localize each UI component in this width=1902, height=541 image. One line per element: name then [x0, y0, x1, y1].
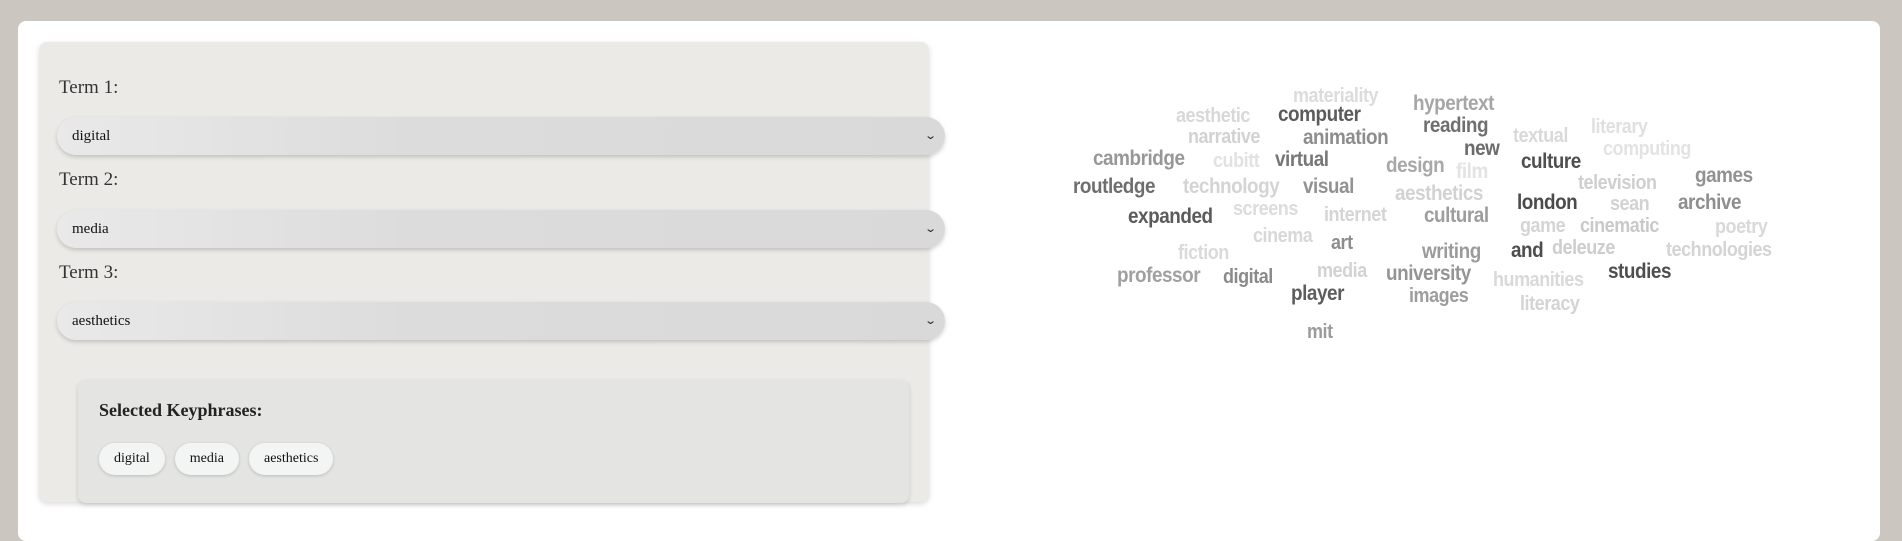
term2-selected-value: media — [72, 221, 109, 237]
word-cloud-word: professor — [1117, 264, 1201, 287]
keyphrase-chip[interactable]: aesthetics — [249, 443, 334, 475]
word-cloud-word: art — [1331, 232, 1353, 254]
word-cloud-word: technologies — [1666, 239, 1772, 261]
word-cloud-word: and — [1511, 239, 1544, 262]
chevron-down-icon: ⌄ — [923, 314, 937, 327]
word-cloud-word: internet — [1324, 204, 1387, 226]
selected-keyphrases-title: Selected Keyphrases: — [99, 400, 263, 420]
term3-select[interactable]: aesthetics ⌄ — [57, 302, 945, 340]
word-cloud-word: cinematic — [1580, 215, 1659, 237]
chevron-down-icon: ⌄ — [923, 222, 937, 235]
term2-select[interactable]: media ⌄ — [57, 210, 945, 248]
word-cloud-word: university — [1386, 262, 1471, 285]
keyphrase-chip[interactable]: digital — [99, 443, 165, 475]
word-cloud-word: film — [1456, 160, 1488, 183]
term1-label: Term 1: — [59, 77, 119, 98]
term3-selected-value: aesthetics — [72, 313, 131, 329]
word-cloud-word: technology — [1183, 175, 1280, 198]
word-cloud-word: visual — [1303, 175, 1354, 198]
chevron-down-icon: ⌄ — [923, 129, 937, 142]
term3-label: Term 3: — [59, 262, 119, 283]
word-cloud-word: fiction — [1178, 242, 1229, 264]
word-cloud-word: textual — [1513, 125, 1568, 147]
word-cloud-word: writing — [1422, 240, 1481, 263]
word-cloud-word: mit — [1307, 321, 1333, 343]
word-cloud-word: computer — [1278, 103, 1361, 126]
word-cloud-word: deleuze — [1552, 237, 1615, 259]
term2-label: Term 2: — [59, 169, 119, 190]
word-cloud-word: sean — [1610, 193, 1650, 215]
word-cloud-word: digital — [1223, 266, 1273, 288]
word-cloud-word: poetry — [1715, 216, 1768, 238]
term-selection-panel: Term 1: digital ⌄ Term 2: media ⌄ Term 3… — [39, 42, 945, 503]
word-cloud-word: studies — [1608, 260, 1672, 283]
word-cloud-word: routledge — [1073, 175, 1156, 198]
word-cloud-word: cambridge — [1093, 147, 1185, 170]
word-cloud-word: cubitt — [1213, 150, 1260, 172]
word-cloud-word: games — [1695, 164, 1753, 187]
word-cloud-word: culture — [1521, 150, 1581, 173]
term1-select[interactable]: digital ⌄ — [57, 117, 945, 155]
word-cloud-word: design — [1386, 154, 1445, 177]
word-cloud-word: media — [1317, 260, 1367, 282]
word-cloud-word: literary — [1591, 116, 1648, 138]
word-cloud-word: new — [1464, 137, 1500, 160]
selected-keyphrases-box: Selected Keyphrases: digital media aesth… — [78, 380, 909, 503]
word-cloud-word: literacy — [1520, 293, 1580, 315]
app-card: Term 1: digital ⌄ Term 2: media ⌄ Term 3… — [18, 21, 1880, 541]
word-cloud-word: narrative — [1188, 126, 1260, 148]
word-cloud-word: hypertext — [1413, 92, 1495, 115]
word-cloud-word: humanities — [1493, 269, 1584, 291]
word-cloud-word: reading — [1423, 114, 1489, 137]
keyphrase-chip-list: digital media aesthetics — [99, 443, 334, 475]
word-cloud: materiality hypertext aesthetic computer rea… — [1058, 76, 1818, 366]
word-cloud-word: cultural — [1424, 204, 1489, 227]
word-cloud-word: archive — [1678, 191, 1742, 214]
word-cloud-word: screens — [1233, 198, 1298, 220]
word-cloud-word: virtual — [1275, 148, 1329, 171]
word-cloud-word: computing — [1603, 138, 1691, 160]
word-cloud-word: expanded — [1128, 205, 1213, 228]
word-cloud-word: game — [1520, 215, 1566, 237]
word-cloud-word: aesthetic — [1176, 105, 1250, 127]
word-cloud-word: cinema — [1253, 225, 1313, 247]
term1-selected-value: digital — [72, 128, 111, 144]
word-cloud-word: aesthetics — [1395, 182, 1483, 205]
keyphrase-chip[interactable]: media — [174, 443, 239, 475]
word-cloud-word: television — [1578, 172, 1657, 194]
word-cloud-word: player — [1291, 282, 1344, 305]
word-cloud-word: animation — [1303, 126, 1389, 149]
word-cloud-word: images — [1409, 285, 1469, 307]
word-cloud-word: london — [1517, 191, 1578, 214]
